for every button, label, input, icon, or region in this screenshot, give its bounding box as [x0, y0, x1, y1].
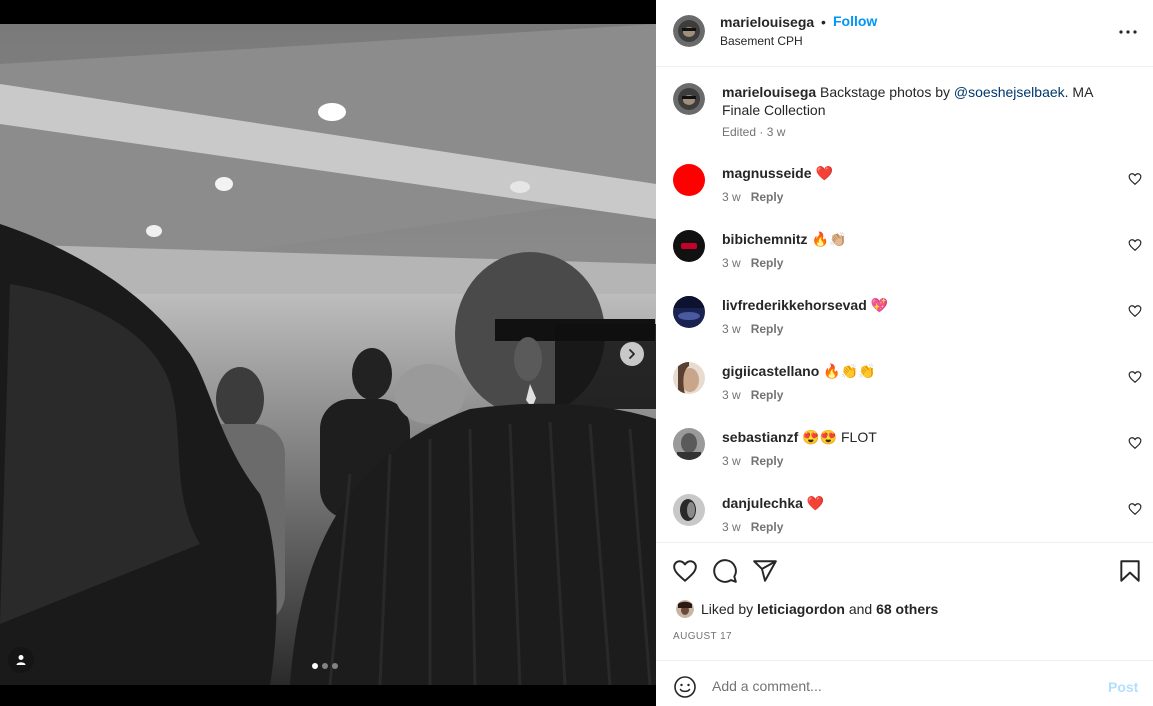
post-photo — [0, 24, 656, 685]
caption-author-avatar[interactable] — [673, 83, 705, 115]
author-username[interactable]: marielouisega — [720, 14, 814, 30]
separator-bullet: • — [821, 14, 826, 30]
user-tag-button[interactable] — [8, 647, 34, 673]
comment-text: sebastianzf 😍😍 FLOT — [722, 428, 877, 446]
comment-username[interactable]: bibichemnitz — [722, 231, 808, 247]
liked-by-user[interactable]: leticiagordon — [757, 601, 845, 617]
caption-mention[interactable]: @soeshejselbaek — [954, 84, 1065, 100]
comment-body: 💖 — [870, 297, 889, 313]
post-actions: Liked by leticiagordon and 68 others AUG… — [656, 542, 1153, 660]
comment-item: sebastianzf 😍😍 FLOT 3 w Reply — [656, 428, 1153, 488]
comment-body: 🔥👏👏 — [823, 363, 876, 379]
post-location[interactable]: Basement CPH — [720, 34, 803, 48]
comment-item: magnusseide ❤️ 3 w Reply — [656, 164, 1153, 224]
comment-text: magnusseide ❤️ — [722, 164, 833, 182]
comment-username[interactable]: sebastianzf — [722, 429, 798, 445]
user-tag-icon — [16, 655, 26, 665]
comment-username[interactable]: danjulechka — [722, 495, 803, 511]
reply-button[interactable]: Reply — [751, 520, 784, 534]
liked-by-others[interactable]: 68 others — [876, 601, 938, 617]
reply-button[interactable]: Reply — [751, 190, 784, 204]
backstage-photo-illustration — [0, 24, 656, 685]
comment-time: 3 w — [722, 520, 741, 534]
chevron-right-icon — [629, 349, 635, 359]
more-options-button[interactable] — [1118, 22, 1138, 42]
reply-button[interactable]: Reply — [751, 454, 784, 468]
comment-meta: 3 w Reply — [722, 520, 783, 534]
comment-meta: 3 w Reply — [722, 388, 783, 402]
commenter-avatar[interactable] — [673, 230, 705, 262]
comment-time: 3 w — [722, 322, 741, 336]
carousel-dot — [332, 663, 338, 669]
comment-body: ❤️ — [815, 165, 833, 181]
comment-like-heart-icon[interactable] — [1128, 502, 1142, 516]
comment-username[interactable]: magnusseide — [722, 165, 811, 181]
post-side-panel: marielouisega • Follow Basement CPH mari… — [656, 0, 1153, 706]
liked-by-prefix: Liked by — [701, 601, 754, 617]
follow-button[interactable]: Follow — [833, 13, 877, 29]
emoji-icon[interactable] — [673, 675, 697, 699]
comment-item: bibichemnitz 🔥👏🏼 3 w Reply — [656, 230, 1153, 290]
comment-text: bibichemnitz 🔥👏🏼 — [722, 230, 846, 248]
comment-body: 🔥👏🏼 — [811, 231, 847, 247]
comment-text: danjulechka ❤️ — [722, 494, 824, 512]
carousel-indicator — [312, 663, 338, 669]
commenter-avatar[interactable] — [673, 362, 705, 394]
comment-item: gigiicastellano 🔥👏👏 3 w Reply — [656, 362, 1153, 422]
reply-button[interactable]: Reply — [751, 322, 784, 336]
comment-icon[interactable] — [712, 558, 738, 584]
bookmark-icon[interactable] — [1117, 558, 1143, 584]
comment-like-heart-icon[interactable] — [1128, 172, 1142, 186]
liker-avatar[interactable] — [676, 600, 694, 618]
comment-body: ❤️ — [806, 495, 825, 511]
post-media — [0, 0, 656, 706]
comment-time: 3 w — [722, 454, 741, 468]
commenter-avatar[interactable] — [673, 296, 705, 328]
comment-meta: 3 w Reply — [722, 190, 783, 204]
comment-text: livfrederikkehorsevad 💖 — [722, 296, 888, 314]
author-avatar[interactable] — [673, 15, 705, 47]
caption-body-start: Backstage photos by — [816, 84, 954, 100]
more-horizontal-icon — [1119, 30, 1137, 34]
carousel-dot — [322, 663, 328, 669]
comment-time: 3 w — [722, 388, 741, 402]
comment-like-heart-icon[interactable] — [1128, 238, 1142, 252]
comment-username[interactable]: gigiicastellano — [722, 363, 819, 379]
comment-username[interactable]: livfrederikkehorsevad — [722, 297, 867, 313]
caption-username[interactable]: marielouisega — [722, 84, 816, 100]
comment-composer: Post — [656, 660, 1153, 706]
liked-by: Liked by leticiagordon and 68 others — [676, 600, 938, 618]
next-image-button[interactable] — [620, 342, 644, 366]
commenter-avatar[interactable] — [673, 164, 705, 196]
comment-time: 3 w — [722, 190, 741, 204]
heart-icon[interactable] — [672, 558, 698, 584]
comment-time: 3 w — [722, 256, 741, 270]
comment-meta: 3 w Reply — [722, 454, 783, 468]
liked-by-middle: and — [848, 601, 873, 617]
caption-meta: Edited · 3 w — [722, 125, 786, 139]
reply-button[interactable]: Reply — [751, 388, 784, 402]
reply-button[interactable]: Reply — [751, 256, 784, 270]
post-caption: marielouisega Backstage photos by @soesh… — [656, 82, 1153, 142]
comment-text: gigiicastellano 🔥👏👏 — [722, 362, 876, 380]
comment-body: 😍😍 FLOT — [802, 429, 877, 445]
comment-input[interactable] — [712, 674, 1092, 698]
commenter-avatar[interactable] — [673, 494, 705, 526]
comment-meta: 3 w Reply — [722, 256, 783, 270]
post-comment-button[interactable]: Post — [1108, 679, 1138, 695]
caption-text: marielouisega Backstage photos by @soesh… — [722, 83, 1122, 119]
comment-like-heart-icon[interactable] — [1128, 436, 1142, 450]
comment-meta: 3 w Reply — [722, 322, 783, 336]
comment-item: livfrederikkehorsevad 💖 3 w Reply — [656, 296, 1153, 356]
post-date[interactable]: AUGUST 17 — [673, 631, 732, 642]
comment-like-heart-icon[interactable] — [1128, 304, 1142, 318]
share-icon[interactable] — [752, 558, 778, 584]
comment-like-heart-icon[interactable] — [1128, 370, 1142, 384]
commenter-avatar[interactable] — [673, 428, 705, 460]
carousel-dot-active — [312, 663, 318, 669]
post-header: marielouisega • Follow Basement CPH — [656, 0, 1153, 67]
